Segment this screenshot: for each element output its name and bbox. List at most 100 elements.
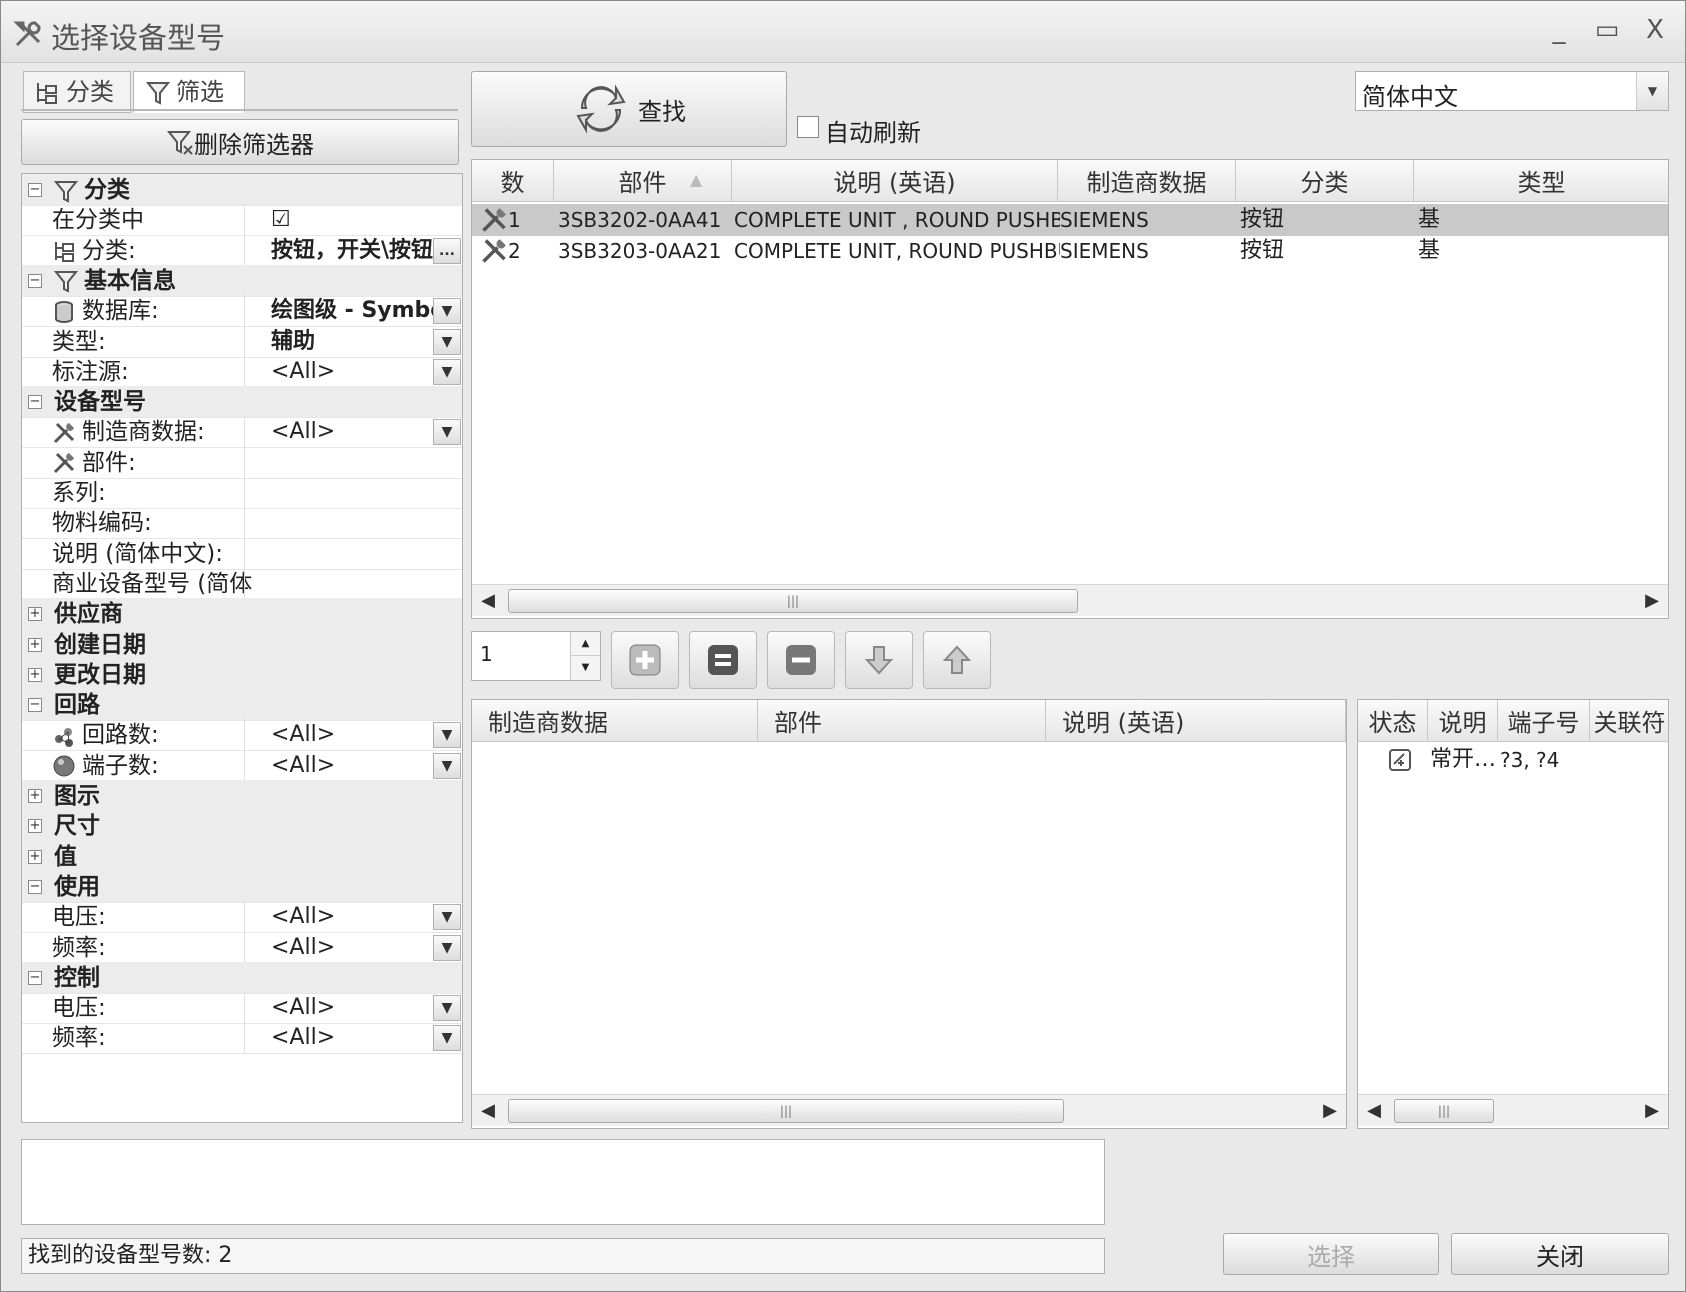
expand-icon[interactable]: + bbox=[28, 637, 42, 652]
results-column-header[interactable]: 说明 (英语) bbox=[732, 160, 1058, 202]
details-column-header[interactable]: 制造商数据 bbox=[472, 700, 758, 742]
filter-value[interactable] bbox=[244, 446, 462, 479]
table-row[interactable]: 2 3SB3203-0AA21 COMPLETE UNIT, ROUND PUSHB… bbox=[472, 235, 1668, 267]
filter-group-row[interactable]: − 控制 bbox=[22, 961, 462, 994]
details-column-header[interactable]: 部件 bbox=[758, 700, 1046, 742]
chevron-down-icon[interactable]: ▼ bbox=[433, 358, 461, 385]
results-column-header[interactable]: 数 bbox=[472, 160, 554, 202]
filter-value[interactable]: <All> ▼ bbox=[244, 901, 462, 934]
filter-group-row[interactable]: − 设备型号 bbox=[22, 386, 462, 419]
chevron-down-icon[interactable]: ▼ bbox=[1636, 72, 1668, 110]
chevron-down-icon[interactable]: ▼ bbox=[433, 722, 461, 749]
results-column-header[interactable]: 类型 bbox=[1414, 160, 1668, 202]
functions-hscrollbar[interactable]: ◀ ||| ▶ bbox=[1358, 1094, 1668, 1126]
filter-value[interactable]: <All> ▼ bbox=[244, 355, 462, 388]
filter-value[interactable] bbox=[244, 477, 462, 509]
filter-value[interactable]: <All> ▼ bbox=[244, 719, 462, 752]
chevron-down-icon[interactable]: ▼ bbox=[433, 328, 461, 355]
filter-value[interactable] bbox=[244, 567, 462, 600]
results-column-header[interactable]: 分类 bbox=[1236, 160, 1414, 202]
tab-category[interactable]: 分类 bbox=[23, 71, 131, 113]
auto-refresh-checkbox[interactable] bbox=[797, 116, 819, 138]
scroll-left-icon[interactable]: ◀ bbox=[476, 585, 500, 617]
filter-group-row[interactable]: + 值 bbox=[22, 840, 462, 873]
expand-icon[interactable]: + bbox=[28, 789, 42, 803]
scroll-right-icon[interactable]: ▶ bbox=[1640, 1095, 1664, 1127]
remove-button[interactable] bbox=[767, 631, 835, 689]
filter-value[interactable]: <All> ▼ bbox=[244, 749, 462, 782]
stepper-down-icon[interactable]: ▼ bbox=[570, 656, 600, 680]
functions-column-header[interactable]: 说明 bbox=[1428, 700, 1498, 742]
filter-value[interactable]: <All> ▼ bbox=[244, 931, 462, 964]
chevron-down-icon[interactable]: ▼ bbox=[433, 419, 461, 446]
filter-group-row[interactable]: − 基本信息 bbox=[22, 264, 462, 297]
tab-filter[interactable]: 筛选 bbox=[133, 71, 245, 113]
chevron-down-icon[interactable]: ▼ bbox=[433, 752, 461, 779]
chevron-down-icon[interactable]: ▼ bbox=[433, 995, 461, 1022]
scroll-thumb[interactable]: ||| bbox=[508, 1099, 1064, 1123]
move-down-button[interactable] bbox=[845, 631, 913, 689]
collapse-icon[interactable]: − bbox=[28, 698, 42, 713]
filter-group-row[interactable]: − 回路 bbox=[22, 689, 462, 722]
scroll-right-icon[interactable]: ▶ bbox=[1318, 1095, 1342, 1127]
filter-value[interactable]: 按钮，开关\按钮... bbox=[244, 234, 462, 267]
filter-value[interactable]: 辅助 ▼ bbox=[244, 325, 462, 358]
expand-icon[interactable]: + bbox=[28, 849, 42, 864]
filter-group-row[interactable]: + 供应商 bbox=[22, 598, 462, 631]
maximize-button[interactable]: ▭ bbox=[1589, 15, 1625, 45]
scroll-thumb[interactable]: ||| bbox=[508, 589, 1078, 613]
chevron-down-icon[interactable]: ▼ bbox=[433, 904, 461, 931]
details-hscrollbar[interactable]: ◀ ||| ▶ bbox=[472, 1094, 1346, 1126]
close-window-button[interactable]: X bbox=[1637, 15, 1673, 45]
scroll-thumb[interactable]: ||| bbox=[1394, 1099, 1494, 1123]
details-column-header[interactable]: 说明 (英语) bbox=[1046, 700, 1346, 742]
filter-group-row[interactable]: + 图示 bbox=[22, 780, 462, 812]
language-select[interactable]: 简体中文 ▼ bbox=[1355, 71, 1669, 111]
expand-icon[interactable]: + bbox=[28, 667, 42, 682]
results-hscrollbar[interactable]: ◀ ||| ▶ bbox=[472, 584, 1668, 616]
functions-column-header[interactable]: 关联符 bbox=[1590, 700, 1668, 742]
filter-value[interactable]: <All> ▼ bbox=[244, 416, 462, 449]
add-button[interactable] bbox=[611, 631, 679, 689]
filter-value[interactable]: ☑ bbox=[244, 204, 462, 237]
filter-group-row[interactable]: − 使用 bbox=[22, 870, 462, 903]
minimize-button[interactable]: _ bbox=[1541, 15, 1577, 45]
browse-button[interactable]: ... bbox=[433, 237, 461, 264]
filter-value[interactable] bbox=[244, 537, 462, 570]
quantity-stepper[interactable]: 1 ▲ ▼ bbox=[471, 631, 601, 681]
collapse-icon[interactable]: − bbox=[28, 273, 42, 288]
delete-filter-button[interactable]: 删除筛选器 bbox=[21, 119, 459, 165]
scroll-left-icon[interactable]: ◀ bbox=[1362, 1095, 1386, 1127]
chevron-down-icon[interactable]: ▼ bbox=[433, 298, 461, 325]
collapse-icon[interactable]: − bbox=[28, 395, 42, 410]
chevron-down-icon[interactable]: ▼ bbox=[433, 934, 461, 961]
find-button[interactable]: 查找 bbox=[471, 71, 787, 147]
functions-column-header[interactable]: 端子号 bbox=[1498, 700, 1590, 742]
stepper-up-icon[interactable]: ▲ bbox=[570, 632, 600, 656]
table-row[interactable]: 1 3SB3202-0AA41 COMPLETE UNIT , ROUND PUSH… bbox=[472, 204, 1668, 236]
expand-icon[interactable]: + bbox=[28, 819, 42, 834]
collapse-icon[interactable]: − bbox=[28, 183, 42, 197]
filter-group-row[interactable]: + 更改日期 bbox=[22, 658, 462, 691]
function-row[interactable]: 常开… ?3, ?4 bbox=[1358, 744, 1668, 776]
filter-value[interactable] bbox=[244, 507, 462, 540]
functions-column-header[interactable]: 状态 bbox=[1358, 700, 1428, 742]
filter-value[interactable]: 绘图级 - Symbol ▼ bbox=[244, 295, 462, 328]
filter-value[interactable]: <All> ▼ bbox=[244, 1022, 462, 1055]
filter-value[interactable]: <All> ▼ bbox=[244, 992, 462, 1025]
expand-icon[interactable]: + bbox=[28, 607, 42, 622]
results-column-header[interactable]: 制造商数据 bbox=[1058, 160, 1236, 202]
collapse-icon[interactable]: − bbox=[28, 879, 42, 894]
filter-group-row[interactable]: − 分类 bbox=[22, 174, 462, 206]
filter-group-row[interactable]: + 尺寸 bbox=[22, 810, 462, 843]
move-up-button[interactable] bbox=[923, 631, 991, 689]
close-button[interactable]: 关闭 bbox=[1451, 1233, 1669, 1275]
scroll-left-icon[interactable]: ◀ bbox=[476, 1095, 500, 1127]
collapse-icon[interactable]: − bbox=[28, 970, 42, 985]
scroll-right-icon[interactable]: ▶ bbox=[1640, 585, 1664, 617]
filter-group-row[interactable]: + 创建日期 bbox=[22, 628, 462, 661]
select-button[interactable]: 选择 bbox=[1223, 1233, 1439, 1275]
chevron-down-icon[interactable]: ▼ bbox=[433, 1025, 461, 1052]
replace-button[interactable] bbox=[689, 631, 757, 689]
results-column-header[interactable]: 部件 bbox=[554, 160, 732, 202]
